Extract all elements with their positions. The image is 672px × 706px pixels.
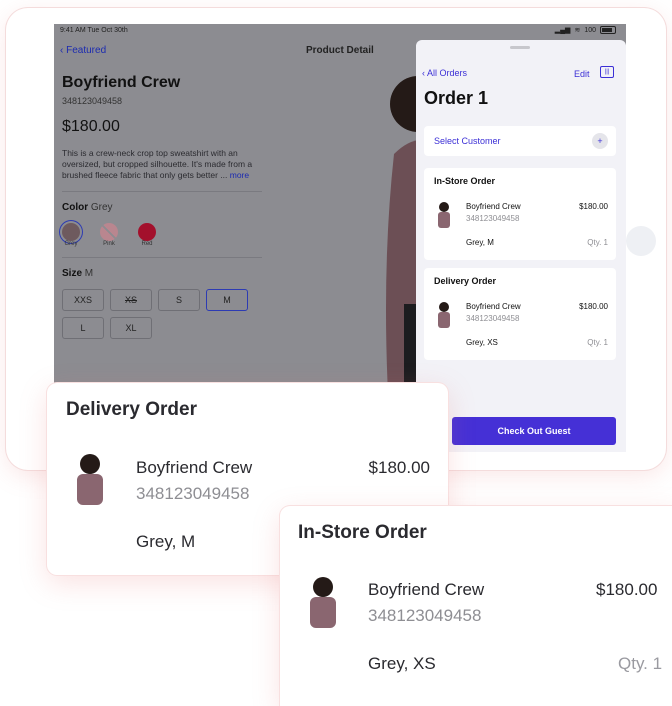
item-qty: Qty. 1 xyxy=(587,338,608,347)
size-options: XXS XS S M L XL xyxy=(62,289,262,339)
divider xyxy=(62,191,262,192)
description-text: This is a crew-neck crop top sweatshirt … xyxy=(62,148,253,180)
item-variant: Grey, XS xyxy=(466,338,498,347)
delivery-order-card[interactable]: Delivery Order Boyfriend Crew 3481230494… xyxy=(424,268,616,360)
order-title: Order 1 xyxy=(424,88,489,108)
size-xl[interactable]: XL xyxy=(110,317,152,339)
item-qty: Qty. 1 xyxy=(587,238,608,247)
product-description: This is a crew-neck crop top sweatshirt … xyxy=(62,148,267,181)
size-s[interactable]: S xyxy=(158,289,200,311)
select-customer-row[interactable]: Select Customer + xyxy=(424,126,616,156)
status-time: 9:41 AM Tue Oct 30th xyxy=(60,27,128,34)
back-label: Featured xyxy=(66,45,107,56)
status-icons: ▂▄▆ ≋ 100 xyxy=(555,26,616,34)
item-price: $180.00 xyxy=(579,202,608,211)
signal-icon: ▂▄▆ xyxy=(554,27,571,34)
callout-item-variant: Grey, M xyxy=(136,532,196,551)
size-title: Size xyxy=(62,268,83,279)
callout-delivery-header: Delivery Order xyxy=(66,399,197,420)
product-thumbnail xyxy=(438,302,450,328)
item-name: Boyfriend Crew xyxy=(466,302,521,311)
all-orders-button[interactable]: ‹ All Orders xyxy=(422,68,467,78)
size-label: Size M xyxy=(62,268,262,279)
instore-header: In-Store Order xyxy=(434,176,496,186)
callout-item-price: $180.00 xyxy=(596,580,658,599)
all-orders-label: All Orders xyxy=(427,68,468,78)
callout-item-price: $180.00 xyxy=(368,458,430,477)
color-swatches: Grey Pink Red xyxy=(62,223,262,247)
product-sku: 348123049458 xyxy=(62,96,123,106)
divider xyxy=(62,257,262,258)
swatch-grey-dot xyxy=(62,223,80,241)
product-price: $180.00 xyxy=(62,118,120,135)
delivery-header: Delivery Order xyxy=(434,276,497,286)
page-title: Product Detail xyxy=(306,45,374,56)
product-thumbnail xyxy=(310,577,336,628)
swatch-pink[interactable]: Pink xyxy=(100,223,118,247)
product-detail: Boyfriend Crew 348123049458 $180.00 This… xyxy=(62,74,262,339)
product-thumbnail xyxy=(77,454,103,505)
battery-level: 100 xyxy=(584,26,596,34)
callout-item-sku: 348123049458 xyxy=(368,606,482,625)
status-bar: 9:41 AM Tue Oct 30th ▂▄▆ ≋ 100 xyxy=(54,24,626,38)
size-l[interactable]: L xyxy=(62,317,104,339)
product-name: Boyfriend Crew xyxy=(62,74,181,91)
checkout-guest-button[interactable]: Check Out Guest xyxy=(452,417,616,445)
callout-item-sku: 348123049458 xyxy=(136,484,250,503)
more-link[interactable]: more xyxy=(230,170,249,180)
instore-order-card[interactable]: In-Store Order Boyfriend Crew 3481230494… xyxy=(424,168,616,260)
edit-button[interactable]: Edit xyxy=(574,69,590,79)
back-button[interactable]: ‹ Featured xyxy=(60,45,106,56)
battery-icon xyxy=(600,26,616,34)
swatch-red[interactable]: Red xyxy=(138,223,156,247)
select-customer-label: Select Customer xyxy=(434,136,501,146)
size-m[interactable]: M xyxy=(206,289,248,311)
item-sku: 348123049458 xyxy=(466,314,520,323)
swatch-red-label: Red xyxy=(141,241,153,247)
color-value: Grey xyxy=(90,202,113,213)
sheet-handle[interactable] xyxy=(510,46,530,49)
decorative-circle xyxy=(626,226,656,256)
wifi-icon: ≋ xyxy=(574,27,581,34)
item-price: $180.00 xyxy=(579,302,608,311)
swatch-pink-label: Pink xyxy=(103,241,115,247)
item-variant: Grey, M xyxy=(466,238,494,247)
callout-item-variant: Grey, XS xyxy=(368,654,436,673)
swatch-grey[interactable]: Grey xyxy=(62,223,80,247)
swatch-grey-label: Grey xyxy=(64,241,78,247)
color-label: Color Grey xyxy=(62,202,262,213)
callout-item-qty: Qty. 1 xyxy=(618,654,663,673)
item-sku: 348123049458 xyxy=(466,214,520,223)
add-user-icon[interactable]: + xyxy=(592,133,608,149)
callout-item-name: Boyfriend Crew xyxy=(136,458,253,477)
product-thumbnail xyxy=(438,202,450,228)
size-xxs[interactable]: XXS xyxy=(62,289,104,311)
callout-item-name: Boyfriend Crew xyxy=(368,580,485,599)
item-name: Boyfriend Crew xyxy=(466,202,521,211)
color-title: Color xyxy=(62,202,89,213)
instore-order-callout: In-Store Order Boyfriend Crew 3481230494… xyxy=(280,506,672,706)
size-xs[interactable]: XS xyxy=(110,289,152,311)
callout-instore-header: In-Store Order xyxy=(298,522,427,543)
swatch-red-dot xyxy=(138,223,156,241)
barcode-scan-icon[interactable]: ||| xyxy=(600,66,614,78)
size-value: M xyxy=(84,268,94,279)
swatch-pink-dot xyxy=(100,223,118,241)
